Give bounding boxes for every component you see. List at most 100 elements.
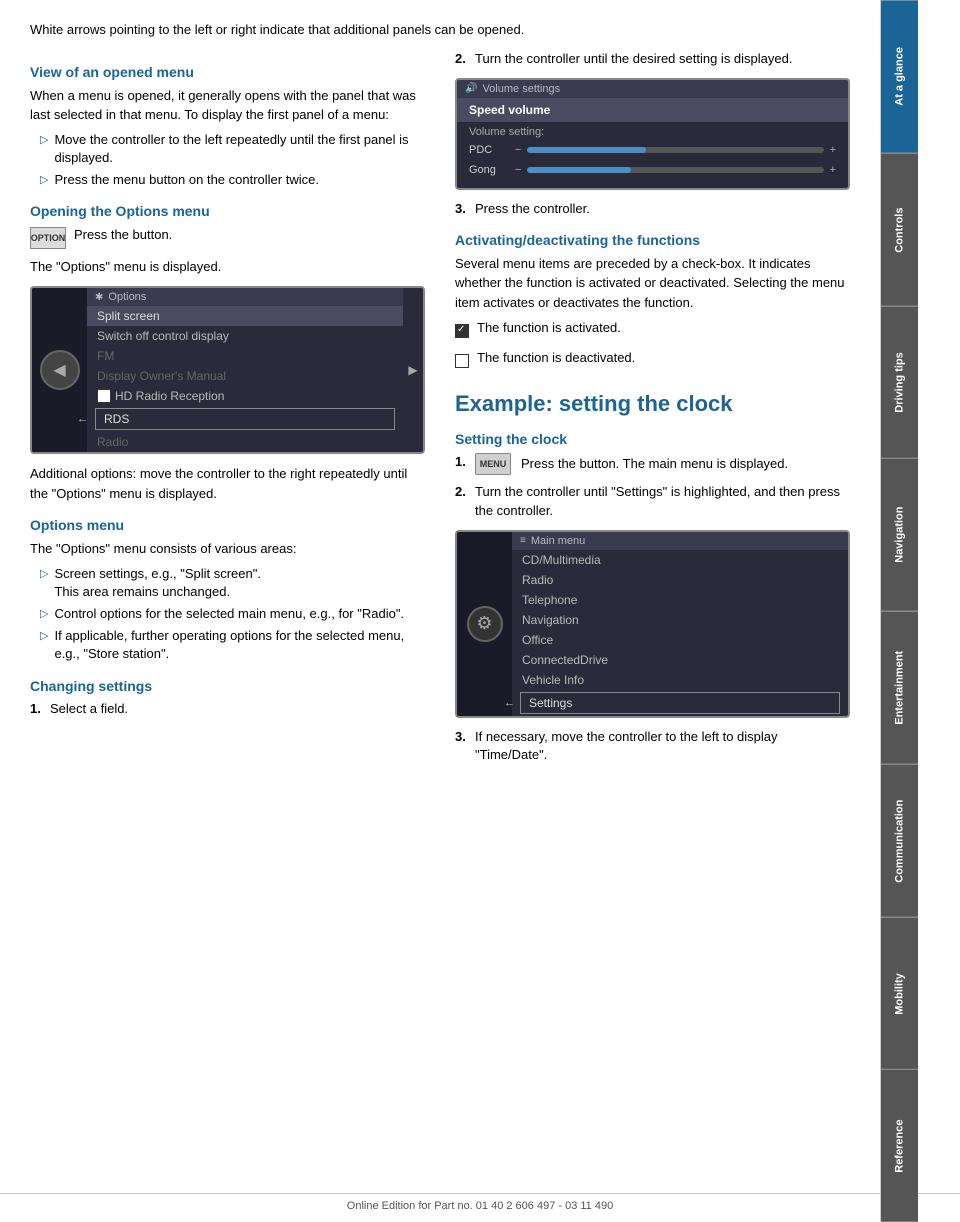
pdc-track: [527, 147, 823, 153]
tab-communication[interactable]: Communication: [881, 764, 918, 917]
tab-navigation[interactable]: Navigation: [881, 458, 918, 611]
right-step-2-num: 2.: [455, 50, 475, 68]
options-bullet-1: ▷ Screen settings, e.g., "Split screen".…: [30, 565, 425, 601]
main-menu-area: ≡ Main menu CD/Multimedia Radio Telephon…: [512, 532, 848, 716]
activated-line: The function is activated.: [455, 318, 850, 344]
change-step-1-num: 1.: [30, 700, 50, 718]
page-footer: Online Edition for Part no. 01 40 2 606 …: [0, 1193, 960, 1212]
tab-mobility[interactable]: Mobility: [881, 917, 918, 1070]
deactivated-line: The function is deactivated.: [455, 348, 850, 374]
controller-icon: ◀: [40, 350, 80, 390]
checked-icon: [455, 324, 469, 338]
rds-indicator: ←: [77, 413, 88, 425]
bullet-arrow-1: ▷: [40, 133, 48, 146]
gong-plus: +: [830, 164, 836, 176]
gong-fill: [527, 167, 631, 173]
clock-step-3: 3. If necessary, move the controller to …: [455, 728, 850, 764]
options-icon: ✱: [95, 292, 103, 303]
unchecked-icon: [455, 354, 469, 368]
options-screen: ◀ ✱ Options Split screen Switch off cont…: [30, 286, 425, 454]
gear-icon: ⚙: [467, 606, 503, 642]
section-setting-clock: Setting the clock 1. MENU Press the butt…: [455, 431, 850, 764]
section-heading-changing: Changing settings: [30, 678, 425, 694]
options-title-label: Options: [108, 291, 146, 303]
options-item-fm: FM: [87, 346, 403, 366]
gong-minus: −: [515, 164, 521, 176]
vol-icon: 🔊: [465, 83, 477, 94]
pdc-slider-row: PDC − +: [457, 140, 848, 160]
clock-step-2-num: 2.: [455, 483, 475, 519]
clock-step-1: 1. MENU Press the button. The main menu …: [455, 453, 850, 475]
settings-indicator: ←: [504, 697, 515, 709]
options-bullet-text-3: If applicable, further operating options…: [54, 627, 425, 663]
bullet-item-1: ▷ Move the controller to the left repeat…: [30, 131, 425, 167]
options-menu-area: ✱ Options Split screen Switch off contro…: [87, 288, 403, 452]
right-step-3-text: Press the controller.: [475, 200, 590, 218]
mm-item-settings: Settings: [520, 692, 840, 714]
section-view-body: When a menu is opened, it generally open…: [30, 86, 425, 125]
options-title-bar: ✱ Options: [87, 288, 403, 306]
options-bullet-arrow-1: ▷: [40, 567, 48, 580]
vol-title-label: Volume settings: [482, 83, 560, 95]
options-bullet-2: ▷ Control options for the selected main …: [30, 605, 425, 623]
options-item-radio: Radio: [87, 432, 403, 452]
gong-track: [527, 167, 823, 173]
options-item-switch: Switch off control display: [87, 326, 403, 346]
bullet-arrow-2: ▷: [40, 173, 48, 186]
gong-label: Gong: [469, 164, 509, 176]
example-heading: Example: setting the clock: [455, 391, 850, 417]
main-menu-title-bar: ≡ Main menu: [512, 532, 848, 550]
main-menu-title-label: Main menu: [531, 535, 585, 547]
pdc-minus: −: [515, 144, 521, 156]
clock-step-3-text: If necessary, move the controller to the…: [475, 728, 850, 764]
tab-reference[interactable]: Reference: [881, 1069, 918, 1222]
mm-item-navigation: Navigation: [512, 610, 848, 630]
options-item-display: Display Owner's Manual: [87, 366, 403, 386]
options-bullet-3: ▷ If applicable, further operating optio…: [30, 627, 425, 663]
section-view-opened-menu: View of an opened menu When a menu is op…: [30, 64, 425, 190]
mm-item-office: Office: [512, 630, 848, 650]
options-bullet-sub-1: This area remains unchanged.: [54, 584, 230, 599]
clock-step-1-text: Press the button. The main menu is displ…: [521, 455, 788, 473]
pdc-fill: [527, 147, 645, 153]
section-heading-options: Opening the Options menu: [30, 203, 425, 219]
options-item-rds: RDS: [95, 408, 395, 430]
pdc-label: PDC: [469, 144, 509, 156]
section-activating: Activating/deactivating the functions Se…: [455, 232, 850, 374]
options-item-hd: HD Radio Reception: [87, 386, 403, 406]
bullet-text-1: Move the controller to the left repeated…: [54, 131, 425, 167]
section-opening-options: Opening the Options menu OPTION Press th…: [30, 203, 425, 503]
clock-step-1-num: 1.: [455, 453, 475, 475]
section-heading-options-menu: Options menu: [30, 517, 425, 533]
after-text: The "Options" menu is displayed.: [30, 257, 425, 277]
section-options-menu: Options menu The "Options" menu consists…: [30, 517, 425, 663]
bullet-text-2: Press the menu button on the controller …: [54, 171, 318, 189]
section-changing-settings: Changing settings 1. Select a field.: [30, 678, 425, 718]
right-step-3: 3. Press the controller.: [455, 200, 850, 218]
right-step-2: 2. Turn the controller until the desired…: [455, 50, 850, 68]
options-bullet-arrow-3: ▷: [40, 629, 48, 642]
mm-item-telephone: Telephone: [512, 590, 848, 610]
options-bullet-text-2: Control options for the selected main me…: [54, 605, 404, 623]
volume-screen: 🔊 Volume settings Speed volume Volume se…: [455, 78, 850, 190]
additional-options-text: Additional options: move the controller …: [30, 464, 425, 503]
mm-item-connected: ConnectedDrive: [512, 650, 848, 670]
mm-item-vehicle: Vehicle Info: [512, 670, 848, 690]
right-step-3-num: 3.: [455, 200, 475, 218]
change-step-1: 1. Select a field.: [30, 700, 425, 718]
mm-item-cd: CD/Multimedia: [512, 550, 848, 570]
tab-controls[interactable]: Controls: [881, 153, 918, 306]
deactivated-text: The function is deactivated.: [477, 348, 635, 368]
section-heading-view: View of an opened menu: [30, 64, 425, 80]
vol-title-bar: 🔊 Volume settings: [457, 80, 848, 98]
tab-driving-tips[interactable]: Driving tips: [881, 306, 918, 459]
tab-entertainment[interactable]: Entertainment: [881, 611, 918, 764]
speed-vol-row: Speed volume: [457, 98, 848, 122]
setting-clock-heading: Setting the clock: [455, 431, 850, 447]
change-step-1-text: Select a field.: [50, 700, 128, 718]
main-menu-icon: ≡: [520, 535, 526, 546]
option-button-img: OPTION: [30, 227, 66, 249]
pdc-plus: +: [830, 144, 836, 156]
tab-at-a-glance[interactable]: At a glance: [881, 0, 918, 153]
press-text: Press the button.: [74, 225, 172, 245]
